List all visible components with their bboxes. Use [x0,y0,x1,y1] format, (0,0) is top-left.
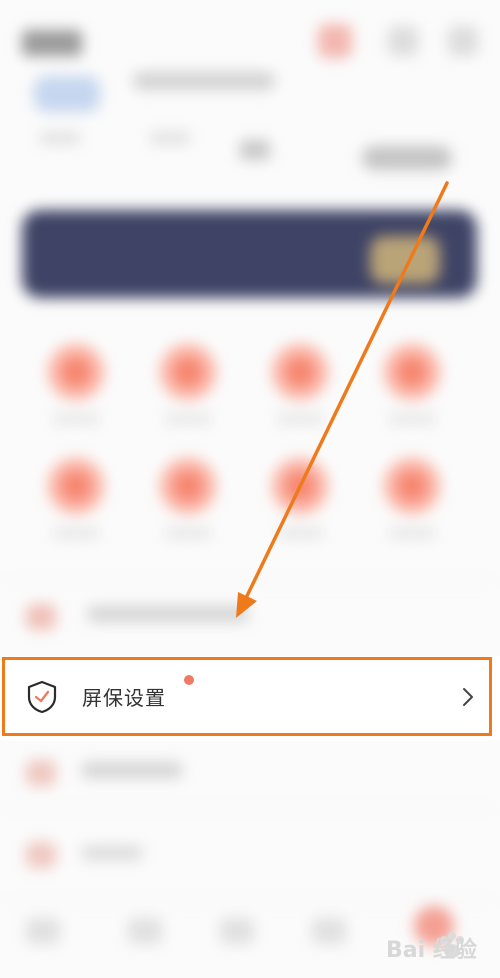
stat-button [362,146,452,170]
grid-icon [160,344,216,400]
grid-icon [272,458,328,514]
grid-icon [384,458,440,514]
header-logo [22,30,82,56]
header-icon [388,26,418,56]
blurred-background [0,0,500,978]
bottom-nav-icon [220,918,254,944]
grid-caption [277,414,323,424]
grid-caption [277,528,323,538]
grid-caption [165,414,211,424]
bottom-nav-icon [26,918,60,944]
list-item-label [88,606,248,622]
grid-caption [389,414,435,424]
stat-block [150,132,190,144]
highlight-frame [2,657,492,736]
banner-badge [370,236,440,284]
grid-caption [53,528,99,538]
grid-caption [165,528,211,538]
watermark-text: Bai 经验 [386,938,477,963]
bottom-nav-icon [128,918,162,944]
list-item-icon [26,760,56,786]
grid-caption [389,528,435,538]
list-item-label [82,762,182,778]
bottom-nav-divider [0,900,500,901]
grid-caption [53,414,99,424]
header-icon [448,26,478,56]
header-icon [318,24,352,58]
divider [0,580,500,581]
stat-block [240,140,270,160]
bottom-nav-icon [312,918,346,944]
list-item-icon [26,604,56,630]
divider [0,808,500,809]
avatar [34,76,100,112]
list-item-icon [26,842,56,868]
stat-block [40,132,80,144]
grid-icon [48,458,104,514]
list-item-label [82,846,142,860]
grid-icon [48,344,104,400]
grid-icon [384,344,440,400]
profile-name [134,72,274,90]
grid-icon [160,458,216,514]
grid-icon [272,344,328,400]
